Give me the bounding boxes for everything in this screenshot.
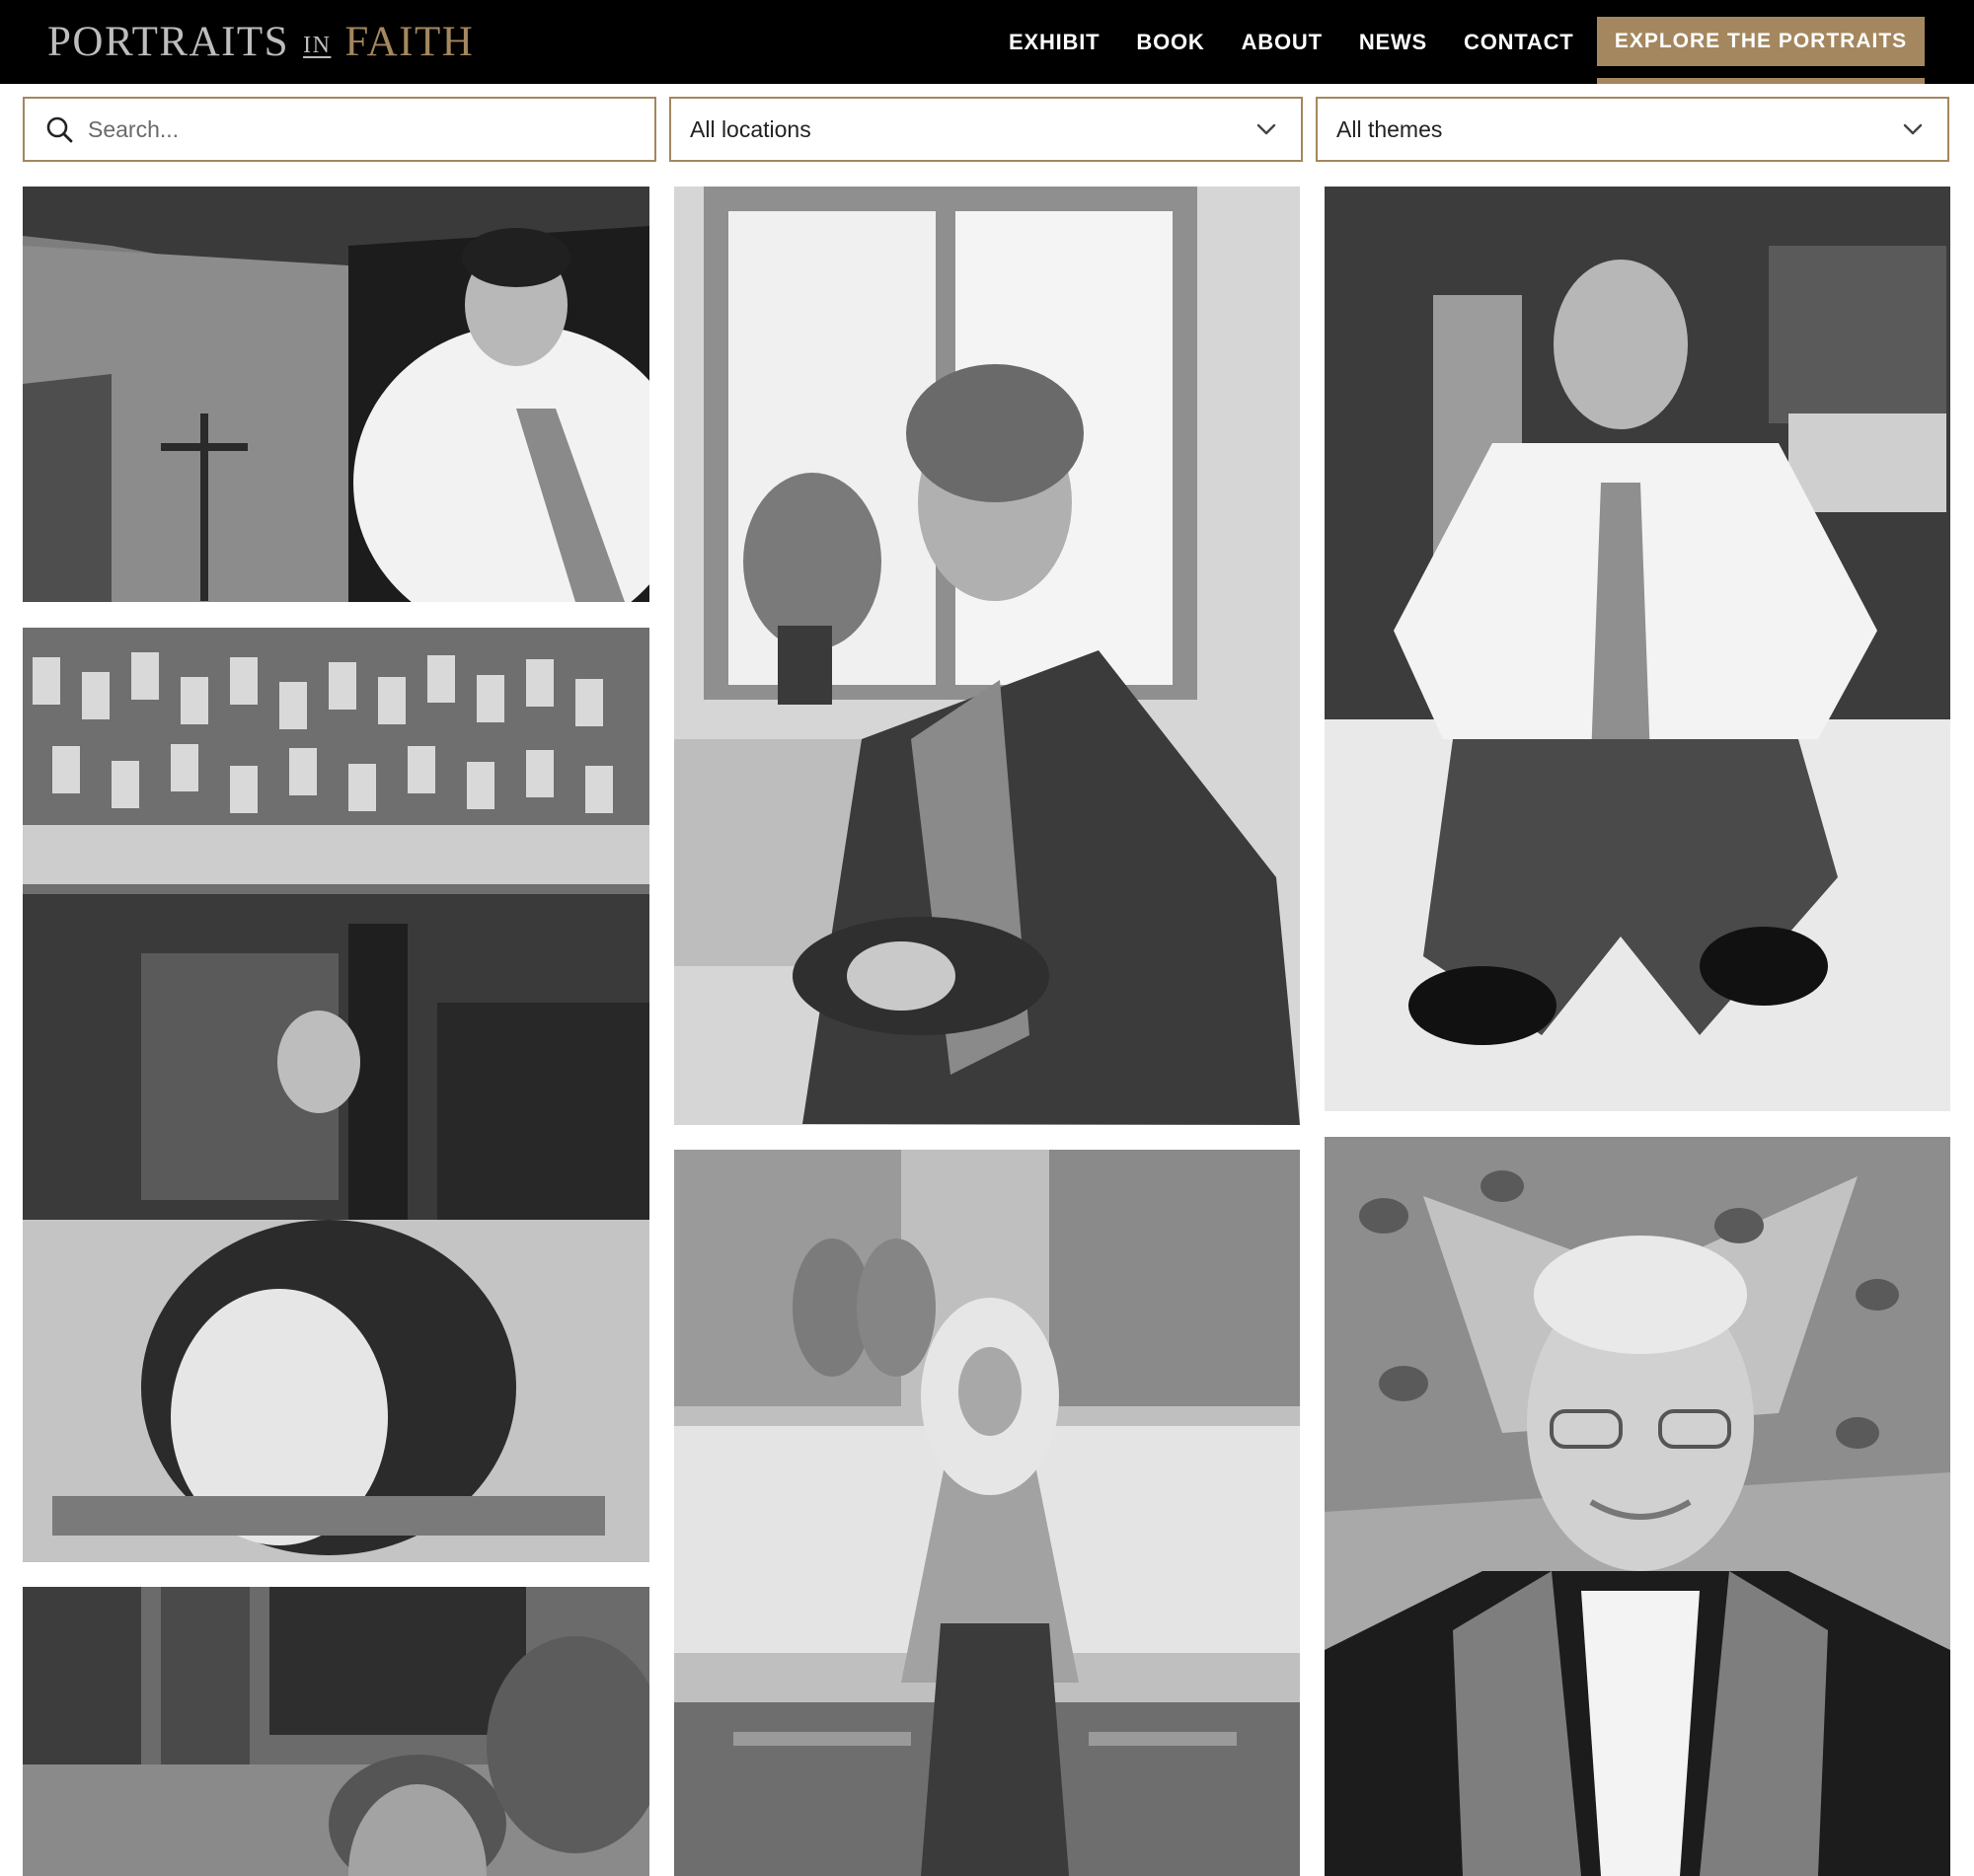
portrait-photo [1325, 1137, 1950, 1876]
search-icon [44, 114, 74, 144]
nav-link-about[interactable]: ABOUT [1242, 30, 1323, 55]
nav-link-contact[interactable]: CONTACT [1464, 30, 1574, 55]
main-nav: EXHIBIT BOOK ABOUT NEWS CONTACT [1009, 0, 1611, 84]
portrait-tile[interactable] [23, 628, 649, 1562]
portrait-photo [23, 187, 649, 602]
site-header: PORTRAITS IN FAITH EXHIBIT BOOK ABOUT NE… [0, 0, 1974, 84]
location-select-value: All locations [690, 115, 811, 142]
portrait-tile[interactable] [674, 1150, 1300, 1876]
location-select[interactable]: All locations [669, 97, 1303, 162]
theme-select-value: All themes [1336, 115, 1443, 142]
portrait-photo [23, 1587, 649, 1876]
logo-word-portraits: PORTRAITS [47, 18, 290, 65]
logo-word-in: IN [303, 32, 332, 58]
portrait-tile[interactable] [1325, 187, 1950, 1111]
nav-link-exhibit[interactable]: EXHIBIT [1009, 30, 1100, 55]
portrait-tile[interactable] [23, 1587, 649, 1876]
search-box [23, 97, 656, 162]
portrait-photo [674, 187, 1300, 1125]
portrait-tile[interactable] [1325, 1137, 1950, 1876]
search-input[interactable] [86, 99, 654, 160]
portrait-photo [674, 1150, 1300, 1876]
explore-portraits-button[interactable]: EXPLORE THE PORTRAITS [1597, 17, 1925, 66]
logo-word-faith: FAITH [344, 18, 475, 65]
chevron-down-icon [1900, 116, 1926, 142]
theme-select[interactable]: All themes [1316, 97, 1949, 162]
portrait-tile[interactable] [674, 187, 1300, 1125]
portrait-tile[interactable] [23, 187, 649, 602]
site-logo[interactable]: PORTRAITS IN FAITH [47, 18, 474, 65]
nav-link-book[interactable]: BOOK [1136, 30, 1204, 55]
portrait-photo [1325, 187, 1950, 1111]
portrait-photo [23, 628, 649, 1562]
active-indicator [1597, 78, 1925, 84]
chevron-down-icon [1253, 116, 1279, 142]
nav-link-news[interactable]: NEWS [1359, 30, 1427, 55]
